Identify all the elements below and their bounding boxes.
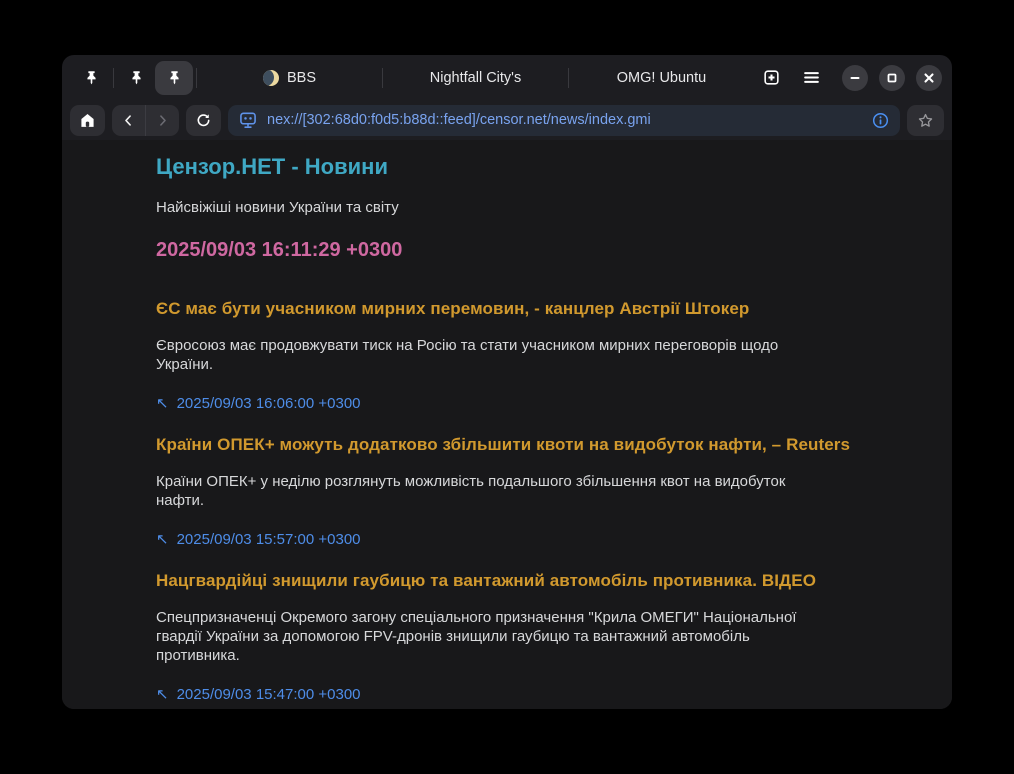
hamburger-icon [802,68,821,87]
news-article: Нацгвардійці знищили гаубицю та вантажни… [156,571,858,703]
new-tab-icon [762,68,781,87]
page-content: Цензор.НЕТ - Новини Найсвіжіші новини Ук… [62,140,952,709]
article-link-label: 2025/09/03 16:06:00 +0300 [177,395,361,412]
minimize-icon [849,72,861,84]
pushpin-icon [84,70,99,85]
maximize-button[interactable] [879,65,905,91]
pinned-tab-2[interactable] [117,61,155,95]
article-heading: ЄС має бути учасником мирних перемовин, … [156,299,858,319]
article-body: Спецпризначенці Окремого загону спеціаль… [156,609,828,665]
tab-bar: BBS Nightfall City's OMG! Ubuntu [62,55,952,100]
pushpin-icon [167,70,182,85]
close-icon [923,72,935,84]
article-link[interactable]: ↖ 2025/09/03 15:57:00 +0300 [156,531,858,548]
tab-separator [113,68,114,88]
tab-separator [196,68,197,88]
terminal-monitor-icon [238,110,258,130]
tab-label: BBS [287,70,316,86]
link-arrow-icon: ↖ [156,687,169,702]
maximize-icon [886,72,898,84]
back-button[interactable] [112,105,145,136]
chevron-left-icon [121,113,136,128]
news-article: Країни ОПЕК+ можуть додатково збільшити … [156,435,858,548]
url-input[interactable]: nex://[302:68d0:f0d5:b88d::feed]/censor.… [267,112,862,128]
reload-button[interactable] [186,105,221,136]
pushpin-icon [129,70,144,85]
article-heading: Країни ОПЕК+ можуть додатково збільшити … [156,435,858,455]
feed-timestamp: 2025/09/03 16:11:29 +0300 [156,239,858,262]
info-icon[interactable] [871,111,890,130]
history-buttons [112,105,179,136]
tab-nightfall-citys[interactable]: Nightfall City's [386,61,565,95]
article-link[interactable]: ↖ 2025/09/03 16:06:00 +0300 [156,395,858,412]
article-link-label: 2025/09/03 15:47:00 +0300 [177,686,361,703]
news-article: ЄС має бути учасником мирних перемовин, … [156,299,858,412]
article-link-label: 2025/09/03 15:57:00 +0300 [177,531,361,548]
link-arrow-icon: ↖ [156,396,169,411]
page-title: Цензор.НЕТ - Новини [156,154,858,180]
article-heading: Нацгвардійці знищили гаубицю та вантажни… [156,571,858,591]
url-bar[interactable]: nex://[302:68d0:f0d5:b88d::feed]/censor.… [228,105,900,136]
tab-bbs[interactable]: BBS [200,61,379,95]
browser-window: BBS Nightfall City's OMG! Ubuntu [62,55,952,709]
minimize-button[interactable] [842,65,868,91]
tab-separator [568,68,569,88]
article-body: Євросоюз має продовжувати тиск на Росію … [156,337,828,374]
tab-omg-ubuntu[interactable]: OMG! Ubuntu [572,61,751,95]
pinned-tab-active[interactable] [155,61,193,95]
star-icon [917,112,934,129]
article-link[interactable]: ↖ 2025/09/03 15:47:00 +0300 [156,686,858,703]
tab-label: Nightfall City's [430,70,521,86]
close-button[interactable] [916,65,942,91]
home-button[interactable] [70,105,105,136]
reload-icon [195,112,212,129]
forward-button[interactable] [146,105,179,136]
navigation-bar: nex://[302:68d0:f0d5:b88d::feed]/censor.… [62,100,952,140]
menu-button[interactable] [791,61,831,95]
link-arrow-icon: ↖ [156,532,169,547]
bookmark-button[interactable] [907,105,944,136]
tab-separator [382,68,383,88]
article-body: Країни ОПЕК+ у неділю розглянуть можливі… [156,473,828,510]
pinned-tab-1[interactable] [72,61,110,95]
home-icon [79,112,96,129]
crescent-moon-icon [263,70,279,86]
tab-label: OMG! Ubuntu [617,70,706,86]
page-subtitle: Найсвіжіші новини України та світу [156,199,858,216]
new-tab-button[interactable] [751,61,791,95]
chevron-right-icon [155,113,170,128]
